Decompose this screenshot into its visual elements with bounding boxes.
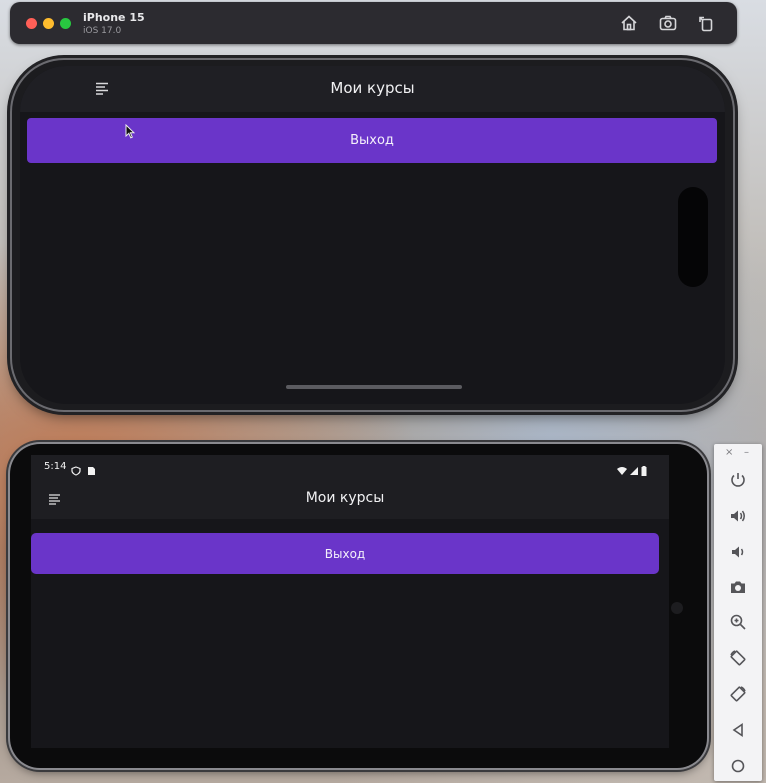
camera-icon[interactable]: [726, 575, 750, 599]
simulator-titlebar: iPhone 15 iOS 17.0: [10, 2, 737, 44]
close-toolbar-button[interactable]: ×: [725, 447, 733, 458]
page-title: Мои курсы: [305, 490, 385, 506]
iphone-device-frame: Мои курсы Выход: [12, 60, 733, 410]
screenshot-icon[interactable]: [658, 13, 678, 33]
status-time: 5:14: [44, 461, 67, 472]
simulator-device-name: iPhone 15: [83, 11, 145, 24]
ios-app-bar: Мои курсы: [20, 66, 725, 112]
rotate-icon[interactable]: [696, 13, 716, 33]
page-title: Мои курсы: [330, 79, 415, 97]
minimize-window-button[interactable]: [43, 18, 54, 29]
sim-card-icon: [86, 461, 96, 475]
shield-icon: [71, 461, 81, 476]
zoom-window-button[interactable]: [60, 18, 71, 29]
volume-down-icon[interactable]: [726, 540, 750, 564]
home-indicator: [286, 385, 462, 389]
rotate-right-icon[interactable]: [726, 682, 750, 706]
battery-icon: [641, 461, 647, 476]
ios-screen: Мои курсы Выход: [20, 66, 725, 404]
back-icon[interactable]: [726, 718, 750, 742]
android-device-frame: 5:14 Мои курсы Выход: [10, 444, 707, 768]
minimize-toolbar-button[interactable]: –: [744, 447, 749, 458]
emulator-toolbar: × –: [714, 444, 762, 781]
front-camera: [671, 602, 683, 614]
logout-button[interactable]: Выход: [31, 533, 659, 574]
cursor-icon: [125, 123, 136, 139]
android-screen: 5:14 Мои курсы Выход: [31, 455, 669, 748]
rotate-left-icon[interactable]: [726, 646, 750, 670]
power-icon[interactable]: [726, 468, 750, 492]
signal-icon: [629, 461, 639, 475]
wifi-icon: [617, 461, 627, 475]
close-window-button[interactable]: [26, 18, 37, 29]
home-icon[interactable]: [619, 13, 639, 33]
android-status-bar: 5:14: [31, 455, 669, 479]
zoom-icon[interactable]: [726, 610, 750, 634]
dynamic-island: [678, 187, 708, 287]
volume-up-icon[interactable]: [726, 504, 750, 528]
simulator-os-version: iOS 17.0: [83, 26, 122, 36]
android-app-bar: Мои курсы: [31, 479, 669, 519]
home-icon[interactable]: [726, 754, 750, 778]
